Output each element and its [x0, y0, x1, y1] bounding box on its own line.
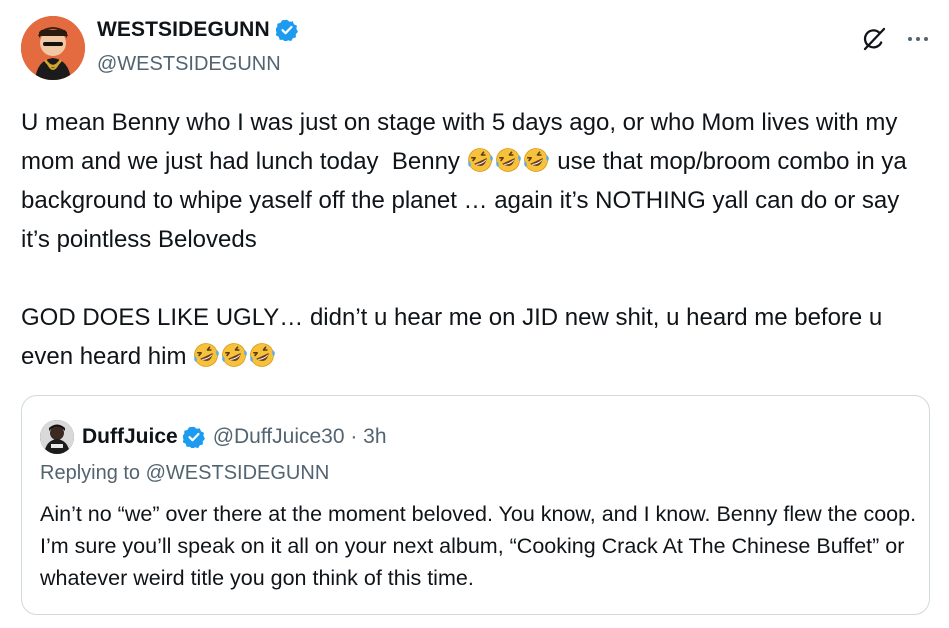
- quoted-author-handle-time[interactable]: @DuffJuice30 · 3h: [213, 425, 387, 449]
- more-options-icon[interactable]: [905, 26, 931, 52]
- quoted-tweet[interactable]: DuffJuice @DuffJuice30 · 3h Replying to …: [21, 395, 930, 615]
- quoted-author-name[interactable]: DuffJuice: [82, 425, 178, 449]
- rolling-on-floor-laughing-icon: [495, 146, 521, 172]
- author-handle[interactable]: @WESTSIDEGUNN: [97, 53, 281, 76]
- tweet-paragraph-1: U mean Benny who I was just on stage wit…: [21, 103, 931, 259]
- tweet-body: U mean Benny who I was just on stage wit…: [21, 103, 931, 376]
- rolling-on-floor-laughing-icon: [193, 341, 219, 367]
- rolling-on-floor-laughing-icon: [523, 146, 549, 172]
- rolling-on-floor-laughing-icon: [467, 148, 551, 175]
- rolling-on-floor-laughing-icon: [193, 343, 277, 370]
- rolling-on-floor-laughing-icon: [467, 146, 493, 172]
- author-avatar[interactable]: [21, 16, 85, 80]
- quoted-author-avatar[interactable]: [40, 420, 74, 454]
- tweet-text-part: GOD DOES LIKE UGLY… didn’t u hear me on …: [21, 304, 889, 370]
- verified-badge-icon: [274, 19, 298, 42]
- author-display-name[interactable]: WESTSIDEGUNN: [97, 18, 270, 42]
- verified-badge-icon: [181, 426, 205, 449]
- replying-to[interactable]: Replying to @WESTSIDEGUNN: [40, 462, 329, 485]
- tweet-paragraph-2: GOD DOES LIKE UGLY… didn’t u hear me on …: [21, 298, 931, 376]
- rolling-on-floor-laughing-icon: [221, 341, 247, 367]
- quoted-tweet-header: DuffJuice @DuffJuice30 · 3h: [40, 420, 387, 454]
- grok-icon[interactable]: [861, 26, 887, 52]
- quoted-tweet-text: Ain’t no “we” over there at the moment b…: [40, 502, 917, 590]
- rolling-on-floor-laughing-icon: [249, 341, 275, 367]
- author-name-row: WESTSIDEGUNN: [97, 18, 298, 42]
- top-actions: [861, 26, 931, 52]
